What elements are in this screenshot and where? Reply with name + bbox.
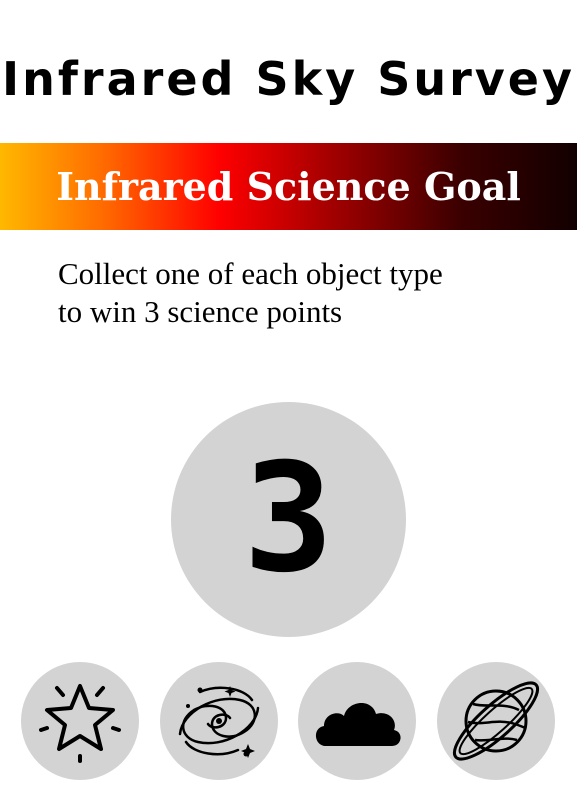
galaxy-icon [178,686,260,758]
science-points-badge: 3 [171,402,406,637]
banner-label: Infrared Science Goal [56,164,521,209]
object-galaxy [160,662,278,780]
science-points-value: 3 [243,432,334,606]
description-line-1: Collect one of each object type [58,256,443,291]
card-title: Infrared Sky Survey [2,52,575,106]
description-line-2: to win 3 science points [58,294,343,329]
object-planet [437,662,555,780]
star-icon [39,684,121,763]
object-cloud [298,662,416,780]
cloud-icon [315,702,401,746]
object-star [21,662,139,780]
science-goal-banner: Infrared Science Goal [0,143,577,230]
planet-icon [452,681,540,761]
goal-description: Collect one of each object type to win 3… [58,255,538,331]
